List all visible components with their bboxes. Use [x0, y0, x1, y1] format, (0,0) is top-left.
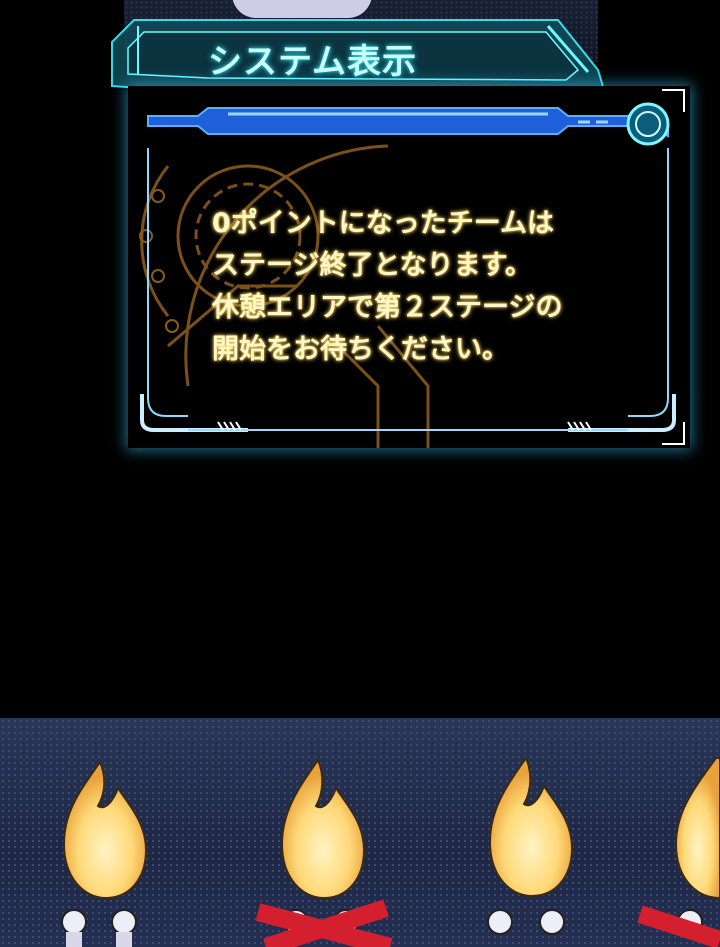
- eliminated-cross-mark: [255, 899, 393, 947]
- message-line: 0ポイントになったチームは: [212, 208, 554, 239]
- flame-icon: [674, 757, 720, 935]
- message-line: ステージ終了となります。: [212, 250, 532, 281]
- team-flames-scene: [61, 755, 720, 947]
- system-title: システム表示: [208, 42, 417, 82]
- eliminated-cross-mark: [637, 905, 720, 947]
- message-line: 開始をお待ちください。: [212, 334, 509, 365]
- flame-icon: [487, 755, 574, 935]
- flame-icon: [61, 759, 148, 947]
- system-message: 0ポイントになったチームは ステージ終了となります。 休憩エリアで第２ステージの…: [212, 203, 562, 371]
- flame-icon: [280, 757, 366, 935]
- message-line: 休憩エリアで第２ステージの: [212, 292, 563, 323]
